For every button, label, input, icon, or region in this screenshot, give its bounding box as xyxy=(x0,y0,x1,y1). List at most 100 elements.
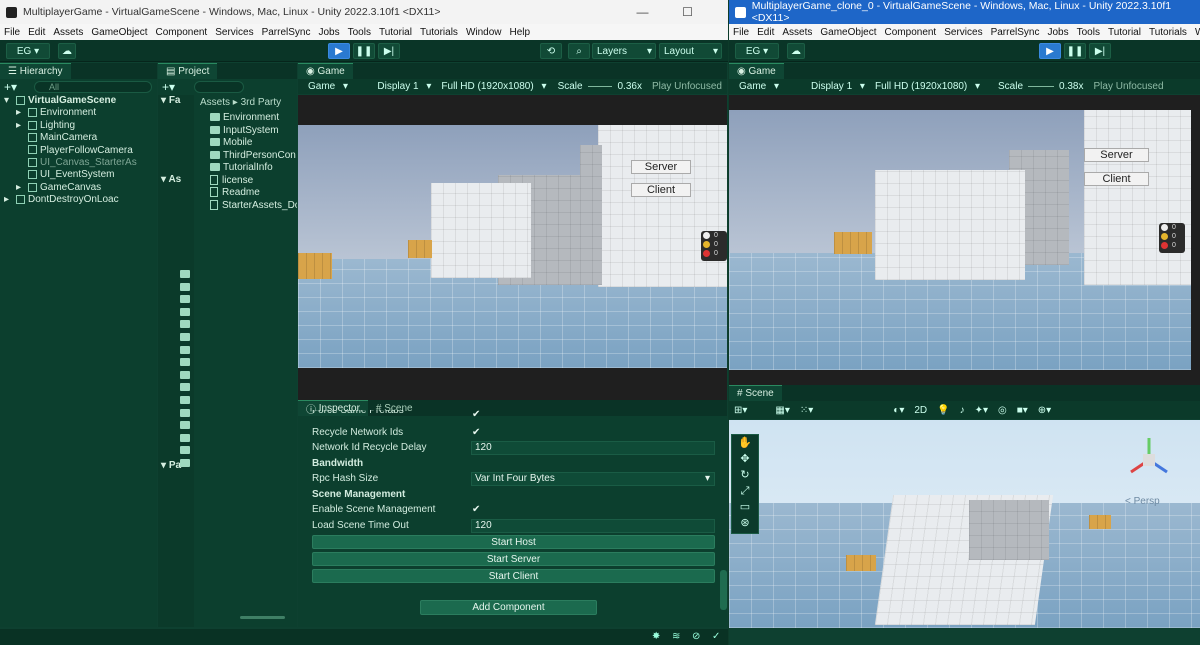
menu-item-jobs[interactable]: Jobs xyxy=(1043,27,1072,38)
display-dropdown-right[interactable]: Display 1 ▾ xyxy=(801,81,865,92)
menu-item-component[interactable]: Component xyxy=(152,27,212,38)
minimize-icon[interactable]: — xyxy=(620,0,665,24)
menu-item-component[interactable]: Component xyxy=(881,27,941,38)
menu-item-tools[interactable]: Tools xyxy=(344,27,375,38)
start-server-button[interactable]: Start Server xyxy=(312,552,715,566)
hierarchy-item[interactable]: ▸ Environment xyxy=(16,107,96,120)
folder-icon[interactable] xyxy=(180,307,190,316)
layers-dropdown[interactable]: Layers ▾ xyxy=(592,43,656,59)
check-circle-icon[interactable]: ✓ xyxy=(712,631,720,642)
breadcrumb-assets[interactable]: Assets xyxy=(200,97,230,108)
pause-button[interactable]: ❚❚ xyxy=(353,43,375,59)
transform-tool-icon[interactable]: ⊛ xyxy=(732,515,758,531)
hierarchy-search-input[interactable]: All xyxy=(34,81,152,93)
gizmos-icon[interactable]: ⊕▾ xyxy=(1033,405,1056,416)
rect-tool-icon[interactable]: ▭ xyxy=(732,499,758,515)
scale-tool-icon[interactable]: ⤢ xyxy=(732,483,758,499)
folder-icon[interactable] xyxy=(180,396,190,404)
visibility-icon[interactable]: ◎ xyxy=(993,405,1012,416)
resolution-dropdown-right[interactable]: Full HD (1920x1080) ▾ xyxy=(865,81,993,92)
project-zoom-slider[interactable] xyxy=(240,616,285,619)
project-file[interactable]: Readme xyxy=(210,187,260,200)
game-mode-dropdown-right[interactable]: Game ▾ xyxy=(729,81,801,92)
project-file[interactable]: Mobile xyxy=(210,137,252,150)
history-icon[interactable]: ⟲ xyxy=(540,43,562,59)
menu-item-services[interactable]: Services xyxy=(940,27,986,38)
menu-item-gameobject[interactable]: GameObject xyxy=(87,27,151,38)
menu-item-tutorials[interactable]: Tutorials xyxy=(416,27,462,38)
account-dropdown[interactable]: EG ▾ xyxy=(6,43,50,59)
expand-arrow-icon[interactable]: ▸ xyxy=(4,194,16,207)
tab-scene[interactable]: # Scene xyxy=(729,385,782,401)
hierarchy-item[interactable]: ▾ VirtualGameScene xyxy=(4,95,116,108)
hierarchy-item[interactable]: ▸ Lighting xyxy=(16,120,75,133)
lighting-icon[interactable]: 💡 xyxy=(932,405,954,416)
project-search-input[interactable] xyxy=(194,81,244,93)
no-entry-icon[interactable]: ⊘ xyxy=(692,631,700,642)
menu-item-window[interactable]: Window xyxy=(1191,27,1200,38)
checkbox[interactable]: ✔ xyxy=(472,410,482,420)
view-tool-icon[interactable]: ✋ xyxy=(732,435,758,451)
play-focus-dropdown[interactable]: Play Unfocused xyxy=(647,81,727,92)
folder-icon[interactable] xyxy=(180,358,190,367)
menu-item-window[interactable]: Window xyxy=(462,27,506,38)
expand-arrow-icon[interactable] xyxy=(16,145,28,158)
menu-item-gameobject[interactable]: GameObject xyxy=(816,27,880,38)
hierarchy-item[interactable]: PlayerFollowCamera xyxy=(16,145,133,158)
folder-icon[interactable] xyxy=(180,433,190,442)
tool-handle-icon[interactable]: ⊞▾ xyxy=(729,405,752,416)
project-file[interactable]: license xyxy=(210,175,253,188)
mode-2d-toggle[interactable]: 2D xyxy=(909,405,932,416)
menu-item-file[interactable]: File xyxy=(729,27,753,38)
expand-arrow-icon[interactable]: ▸ xyxy=(16,182,28,195)
audio-icon[interactable]: ♪ xyxy=(955,405,970,416)
resolution-dropdown[interactable]: Full HD (1920x1080) ▾ xyxy=(431,81,552,92)
folder-icon[interactable] xyxy=(180,270,190,278)
menu-item-edit[interactable]: Edit xyxy=(24,27,49,38)
game-viewport-right[interactable]: Server Client 0 0 0 xyxy=(729,95,1200,385)
server-button[interactable]: Server xyxy=(631,160,691,174)
menu-item-help[interactable]: Help xyxy=(506,27,535,38)
bug-icon[interactable]: ✸ xyxy=(652,631,660,642)
project-add-icon[interactable]: +▾ xyxy=(162,81,175,93)
account-dropdown-right[interactable]: EG ▾ xyxy=(735,43,779,59)
folder-icon[interactable] xyxy=(180,383,190,392)
game-mode-dropdown[interactable]: Game ▾ xyxy=(298,81,367,92)
persp-label[interactable]: < Persp xyxy=(1125,496,1160,507)
play-button[interactable]: ▶ xyxy=(328,43,350,59)
rotate-tool-icon[interactable]: ↻ xyxy=(732,467,758,483)
snap-increment-icon[interactable]: ⁙▾ xyxy=(795,405,818,416)
menu-item-edit[interactable]: Edit xyxy=(753,27,778,38)
folder-icon[interactable] xyxy=(180,446,190,455)
add-component-button[interactable]: Add Component xyxy=(420,600,597,615)
project-tree-root[interactable]: ▾ As xyxy=(161,174,181,187)
console-stats-right[interactable]: 0 0 0 xyxy=(1159,223,1185,253)
menu-item-tutorials[interactable]: Tutorials xyxy=(1145,27,1191,38)
folder-icon[interactable] xyxy=(180,295,190,304)
server-button-right[interactable]: Server xyxy=(1084,148,1149,162)
expand-arrow-icon[interactable] xyxy=(16,157,28,170)
move-tool-icon[interactable]: ✥ xyxy=(732,451,758,467)
client-button[interactable]: Client xyxy=(631,183,691,197)
expand-arrow-icon[interactable] xyxy=(16,132,28,145)
grid-snap-icon[interactable]: ▦▾ xyxy=(770,405,794,416)
add-icon[interactable]: +▾ xyxy=(4,81,18,93)
number-field[interactable]: 120 xyxy=(471,441,715,455)
folder-icon[interactable] xyxy=(180,282,190,291)
menu-item-assets[interactable]: Assets xyxy=(778,27,816,38)
folder-icon[interactable] xyxy=(180,333,190,341)
display-dropdown[interactable]: Display 1 ▾ xyxy=(367,81,431,92)
hierarchy-item[interactable]: MainCamera xyxy=(16,132,97,145)
breadcrumb-3rd-party[interactable]: 3rd Party xyxy=(241,97,282,108)
start-client-button[interactable]: Start Client xyxy=(312,569,715,583)
expand-arrow-icon[interactable]: ▸ xyxy=(16,107,28,120)
menu-item-tools[interactable]: Tools xyxy=(1073,27,1104,38)
cloud-icon-right[interactable]: ☁ xyxy=(787,43,805,59)
stack-icon[interactable]: ≋ xyxy=(672,631,680,642)
layout-dropdown[interactable]: Layout ▾ xyxy=(659,43,722,59)
checkbox[interactable]: ✔ xyxy=(472,505,482,515)
menu-item-tutorial[interactable]: Tutorial xyxy=(1104,27,1145,38)
hierarchy-item[interactable]: UI_Canvas_StarterAs xyxy=(16,157,137,170)
folder-icon[interactable] xyxy=(180,459,190,467)
project-tree-root[interactable]: ▾ Fa xyxy=(161,95,180,108)
